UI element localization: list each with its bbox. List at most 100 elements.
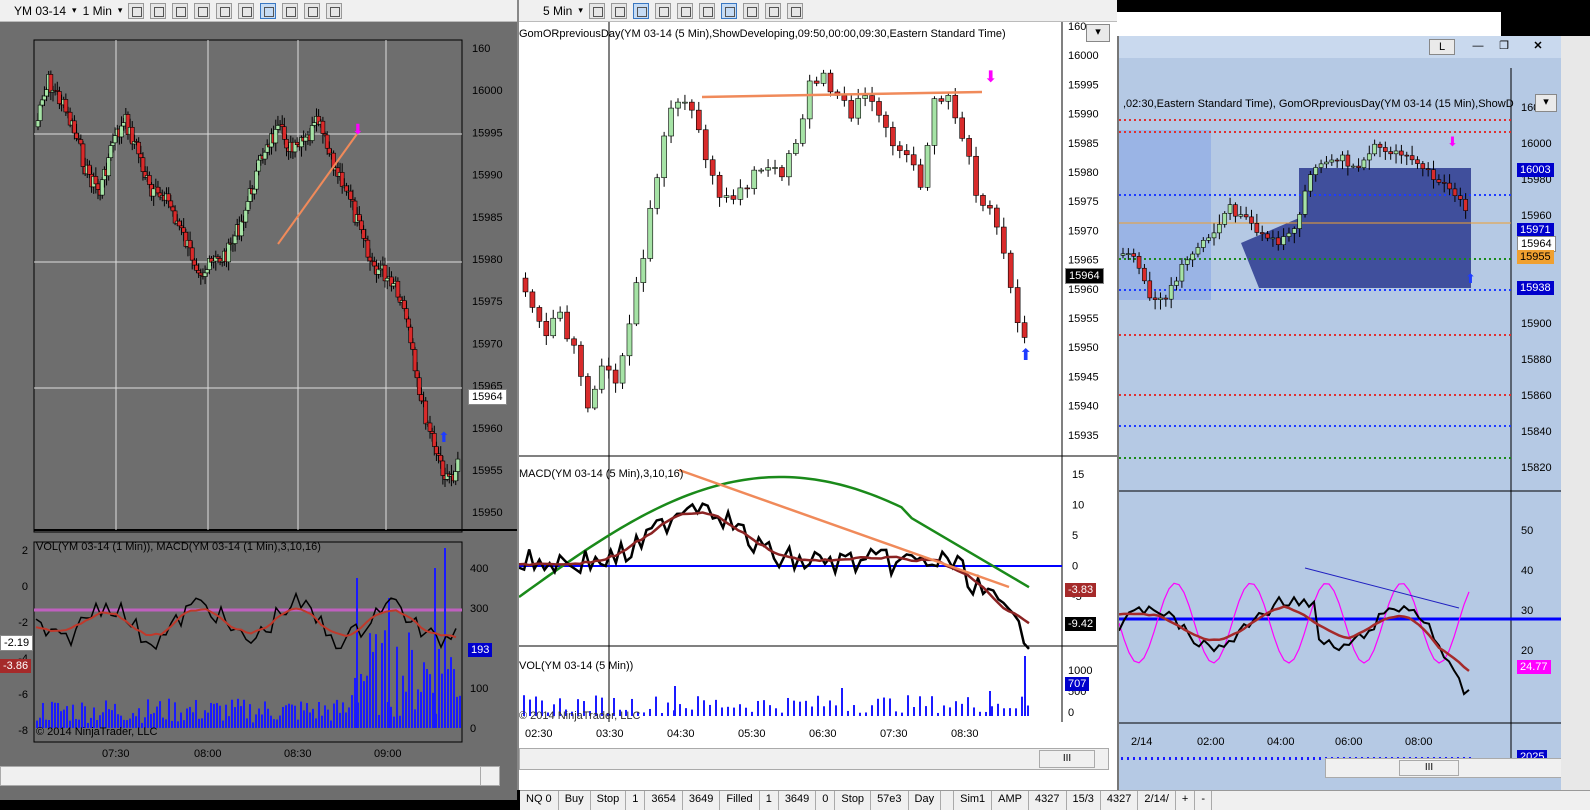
1min-candle xyxy=(438,455,444,462)
volume-bar xyxy=(985,711,987,716)
volume-bar xyxy=(72,704,74,728)
volume-bar xyxy=(811,706,813,716)
5min-candle xyxy=(910,154,917,166)
volume-bar xyxy=(877,698,879,716)
zoom-icon[interactable] xyxy=(238,2,255,19)
bar-type-icon[interactable] xyxy=(128,2,145,19)
volume-bar xyxy=(655,696,657,716)
time-tick-label: 2/14 xyxy=(1131,736,1152,748)
1min-candle xyxy=(204,269,210,274)
maximize-button[interactable]: ❐ xyxy=(1491,39,1517,55)
scroll-thumb[interactable]: III xyxy=(1039,750,1095,768)
horizontal-scrollbar[interactable] xyxy=(0,766,500,786)
add-indicator-icon[interactable] xyxy=(632,2,649,19)
status-cell: 15/3 xyxy=(1067,791,1101,810)
volume-bar xyxy=(171,720,173,728)
close-button[interactable]: ✕ xyxy=(1525,39,1551,55)
volume-bar xyxy=(57,702,59,728)
chart-trader-icon[interactable] xyxy=(742,2,759,19)
volume-bar xyxy=(697,696,699,716)
crosshair-icon[interactable] xyxy=(676,2,693,19)
volume-bar xyxy=(1301,757,1303,760)
scroll-right-button[interactable] xyxy=(480,766,500,786)
1min-candle xyxy=(243,209,249,223)
price-tick-label: 15880 xyxy=(1521,354,1552,366)
price-badge: 15964 xyxy=(468,389,507,405)
properties-icon[interactable] xyxy=(326,2,343,19)
chart-toolbar: YM 03-14 ▾ 1 Min ▾ xyxy=(0,0,517,22)
price-tick-label: 15965 xyxy=(1068,255,1099,267)
bar-type-icon[interactable] xyxy=(588,2,605,19)
5min-candle xyxy=(841,95,848,101)
price-panel-15min[interactable]: 1601600015980159601594015920159001588015… xyxy=(1119,68,1561,790)
volume-bar xyxy=(937,712,939,716)
volume-bar xyxy=(1015,708,1017,716)
15min-candle xyxy=(1158,297,1163,300)
1min-candle xyxy=(155,186,161,194)
volume-bar xyxy=(847,710,849,716)
indicators-icon[interactable] xyxy=(764,2,781,19)
15min-candle xyxy=(1259,232,1265,235)
volume-bar xyxy=(1235,757,1237,760)
15min-candle xyxy=(1227,204,1233,214)
volume-bar xyxy=(865,712,867,716)
scroll-thumb[interactable]: III xyxy=(1399,760,1459,776)
price-tick-label: 15955 xyxy=(472,465,503,477)
minimize-button[interactable]: — xyxy=(1465,39,1491,55)
volume-bar xyxy=(273,719,275,728)
data-box-icon[interactable] xyxy=(260,2,277,19)
5min-candle xyxy=(772,167,778,169)
15min-candle xyxy=(1409,155,1415,161)
1min-candle xyxy=(348,190,354,200)
1min-candle xyxy=(138,153,144,159)
indicator-tick-label: 20 xyxy=(1521,645,1533,657)
15min-candle xyxy=(1452,188,1458,197)
properties-icon[interactable] xyxy=(786,2,803,19)
volume-bar xyxy=(309,712,311,728)
1min-candle xyxy=(320,120,326,134)
link-button[interactable]: L xyxy=(1429,39,1455,55)
price-panel-1min[interactable]: 160 16000 15995 15990 15985 15980 15975 15970 15… xyxy=(0,22,517,800)
volume-bar xyxy=(405,691,407,728)
macd-tick-label: -6 xyxy=(18,689,28,701)
crosshair-icon[interactable] xyxy=(216,2,233,19)
15min-candle xyxy=(1372,143,1377,155)
drawing-pencil-icon[interactable] xyxy=(150,2,167,19)
1min-candle xyxy=(168,200,174,208)
1min-candle xyxy=(361,229,366,239)
volume-bar xyxy=(709,704,711,716)
time-tick-label: 08:30 xyxy=(284,748,312,760)
strategy-icon[interactable] xyxy=(654,2,671,19)
data-box-icon[interactable] xyxy=(720,2,737,19)
instrument-selector[interactable]: YM 03-14 xyxy=(14,4,66,18)
period-selector[interactable]: 1 Min xyxy=(83,4,112,18)
volume-bar xyxy=(871,705,873,716)
5min-candle xyxy=(1007,252,1014,288)
5min-candle xyxy=(654,177,660,209)
strategy-icon[interactable] xyxy=(194,2,211,19)
volume-bar xyxy=(733,707,735,716)
1min-candle xyxy=(119,125,124,138)
drawing-pencil-icon[interactable] xyxy=(610,2,627,19)
indicators-icon[interactable] xyxy=(304,2,321,19)
chart-dropdown-button[interactable]: ▾ xyxy=(1086,24,1110,42)
arrow-up-marker: ⬆ xyxy=(438,429,450,445)
1min-candle xyxy=(367,256,373,262)
horizontal-scrollbar[interactable] xyxy=(519,748,1109,770)
1min-candle xyxy=(252,188,257,195)
1min-candle xyxy=(187,240,193,249)
chart-trader-icon[interactable] xyxy=(282,2,299,19)
1min-candle xyxy=(151,188,156,197)
1min-candle xyxy=(80,143,86,167)
period-selector[interactable]: 5 Min xyxy=(543,4,572,18)
status-cell: 4327 xyxy=(1101,791,1139,810)
add-indicator-icon[interactable] xyxy=(172,2,189,19)
zoom-icon[interactable] xyxy=(698,2,715,19)
volume-bar xyxy=(372,651,374,728)
15min-candle xyxy=(1286,232,1292,237)
price-tick-label: 15995 xyxy=(472,127,503,139)
volume-badge: 193 xyxy=(468,643,493,657)
chart-dropdown-button[interactable]: ▾ xyxy=(1535,94,1557,112)
5min-candle xyxy=(675,101,681,109)
1min-candle xyxy=(106,157,111,177)
